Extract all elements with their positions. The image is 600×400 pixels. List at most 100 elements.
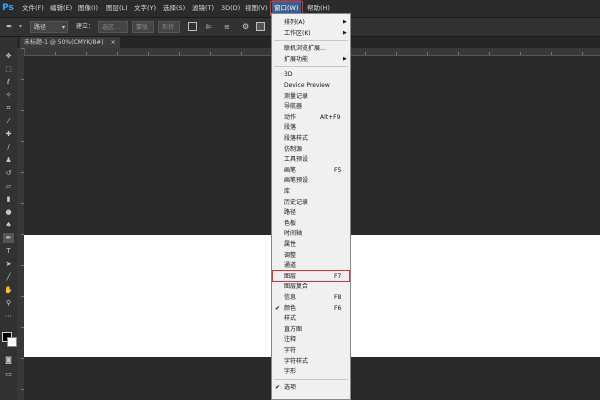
path-selection-tool-icon[interactable]: ➤ (3, 259, 14, 269)
crop-tool-icon[interactable]: ⌗ (3, 103, 14, 113)
menu-item-label: 画笔 (284, 166, 297, 174)
menu-item-label: 颜色 (284, 304, 297, 312)
window-menu-item[interactable]: 字符样式 (272, 356, 350, 367)
menu-item-label: 选项 (284, 383, 297, 391)
window-menu-item[interactable]: ✔ 选项 (272, 382, 350, 393)
document-tab[interactable]: 未标题-1 @ 50%(CMYK/8#) × (20, 37, 120, 48)
hand-tool-icon[interactable]: ✋ (3, 285, 14, 295)
screen-mode-icon[interactable]: ▭ (3, 369, 14, 379)
window-menu-item[interactable]: 色板 (272, 218, 350, 229)
window-menu-item[interactable]: 库 (272, 186, 350, 197)
window-menu-item[interactable]: 排列(A) ▶ (272, 17, 350, 28)
submenu-arrow-icon: ▶ (343, 19, 347, 25)
window-menu-item[interactable]: 图层复合 (272, 281, 350, 292)
window-menu-item[interactable]: 画笔 F5 (272, 165, 350, 176)
menu-layer[interactable]: 图层(L) (106, 0, 128, 17)
window-menu-item[interactable]: 样式 (272, 313, 350, 324)
window-menu-dropdown: 排列(A) ▶ 工作区(K) ▶ 联机浏览扩展... 扩展功能 ▶ 3D Device Prev… (271, 13, 351, 400)
window-menu-item[interactable]: 属性 (272, 239, 350, 250)
zoom-tool-icon[interactable]: ⚲ (3, 298, 14, 308)
menu-item-label: 库 (284, 188, 291, 195)
eyedropper-tool-icon[interactable]: ⁄ (3, 116, 14, 126)
lasso-tool-icon[interactable]: ℓ (3, 77, 14, 87)
menu-item-label: 仿制源 (284, 145, 303, 153)
window-menu-item[interactable]: 路径 (272, 207, 350, 218)
more-tools-icon[interactable]: ⋯ (3, 311, 14, 321)
window-menu-item[interactable]: 画笔预设 (272, 175, 350, 186)
quick-mask-icon[interactable]: ◙ (3, 355, 14, 365)
eraser-tool-icon[interactable]: ▱ (3, 181, 14, 191)
menu-item-label: 调整 (284, 251, 297, 259)
menu-item-label: 动作 (284, 113, 297, 121)
menu-filter[interactable]: 滤镜(T) (192, 0, 214, 17)
build-label: 建立： (76, 23, 95, 30)
line-tool-icon[interactable]: ╱ (3, 272, 14, 282)
window-menu-item[interactable]: 字形 (272, 366, 350, 377)
menu-item-label: 注释 (284, 336, 297, 344)
window-menu-item[interactable]: 3D (272, 69, 350, 80)
menu-edit[interactable]: 编辑(E) (50, 0, 72, 17)
window-menu-item[interactable]: 测量记录 (272, 91, 350, 102)
menu-item-label: 排列(A) (284, 19, 305, 26)
menu-separator (274, 378, 348, 380)
window-menu-item[interactable]: 仿制源 (272, 144, 350, 155)
healing-brush-tool-icon[interactable]: ✚ (3, 129, 14, 139)
pen-tool-icon[interactable]: ✒ (6, 22, 16, 32)
menu-item-label: 联机浏览扩展... (284, 45, 326, 53)
window-menu-item[interactable]: 调整 (272, 250, 350, 261)
checkmark-icon: ✔ (275, 383, 281, 391)
marquee-tool-icon[interactable]: ⬚ (3, 64, 14, 74)
move-tool-icon[interactable]: ✥ (3, 51, 14, 61)
path-operations-icon[interactable] (188, 22, 197, 31)
gradient-tool-icon[interactable]: ▮ (3, 194, 14, 204)
menu-view[interactable]: 视图(V) (245, 0, 268, 17)
menu-image[interactable]: 图像(I) (78, 0, 98, 17)
pen-tool-icon[interactable]: ✒ (3, 233, 14, 243)
window-menu-item[interactable]: ✔ 颜色 F6 (272, 303, 350, 314)
clone-stamp-tool-icon[interactable]: ♟ (3, 155, 14, 165)
window-menu-item[interactable]: 字符 (272, 345, 350, 356)
window-menu-item[interactable]: Device Preview (272, 80, 350, 91)
window-menu-item[interactable]: 时间轴 (272, 228, 350, 239)
dodge-tool-icon[interactable]: ♠ (3, 220, 14, 230)
window-menu-item[interactable]: 段落样式 (272, 133, 350, 144)
window-menu-item[interactable]: 联机浏览扩展... (272, 43, 350, 54)
menu-item-label: 3D (284, 71, 293, 79)
path-arrangement-icon[interactable]: ≡ (224, 22, 234, 32)
magic-wand-tool-icon[interactable]: ✧ (3, 90, 14, 100)
menu-item-label: 段落 (284, 124, 297, 132)
window-menu-item[interactable]: 注释 (272, 334, 350, 345)
window-menu-item[interactable]: 扩展功能 ▶ (272, 54, 350, 65)
history-brush-tool-icon[interactable]: ↺ (3, 168, 14, 178)
submenu-arrow-icon: ▶ (343, 55, 347, 62)
gear-icon[interactable]: ⚙ (242, 22, 252, 32)
selection-button[interactable]: 选区... (98, 21, 128, 33)
window-menu-item[interactable]: 信息 F8 (272, 292, 350, 303)
close-icon[interactable]: × (111, 39, 116, 46)
tool-preset-arrow-icon[interactable]: ▾ (19, 21, 22, 33)
path-alignment-icon[interactable]: ⊫ (206, 22, 216, 32)
auto-add-delete-checkbox[interactable] (256, 22, 265, 31)
mask-button[interactable]: 蒙版 (132, 21, 154, 33)
path-mode-select[interactable]: 路径 ▾ (30, 21, 68, 33)
menu-3d[interactable]: 3D(D) (221, 0, 240, 17)
window-menu-item[interactable]: 历史记录 (272, 197, 350, 208)
brush-tool-icon[interactable]: ∕ (3, 142, 14, 152)
menu-item-label: 路径 (284, 209, 297, 217)
menu-file[interactable]: 文件(F) (22, 0, 44, 17)
menu-item-label: 字形 (284, 368, 297, 376)
menu-item-label: 直方图 (284, 325, 303, 333)
window-menu-item[interactable]: 直方图 (272, 324, 350, 335)
menu-select[interactable]: 选择(S) (163, 0, 185, 17)
window-menu-item[interactable]: 段落 (272, 122, 350, 133)
blur-tool-icon[interactable]: ● (3, 207, 14, 217)
shape-button[interactable]: 形状 (158, 21, 180, 33)
background-color-swatch[interactable] (7, 337, 17, 347)
window-menu-item[interactable]: 工具预设 (272, 154, 350, 165)
menu-type[interactable]: 文字(Y) (134, 0, 156, 17)
window-menu-item[interactable]: 图层 F7 (272, 269, 350, 282)
type-tool-icon[interactable]: T (3, 246, 14, 256)
window-menu-item[interactable]: 导航器 (272, 101, 350, 112)
window-menu-item[interactable]: 动作 Alt+F9 (272, 112, 350, 123)
window-menu-item[interactable]: 工作区(K) ▶ (272, 28, 350, 39)
